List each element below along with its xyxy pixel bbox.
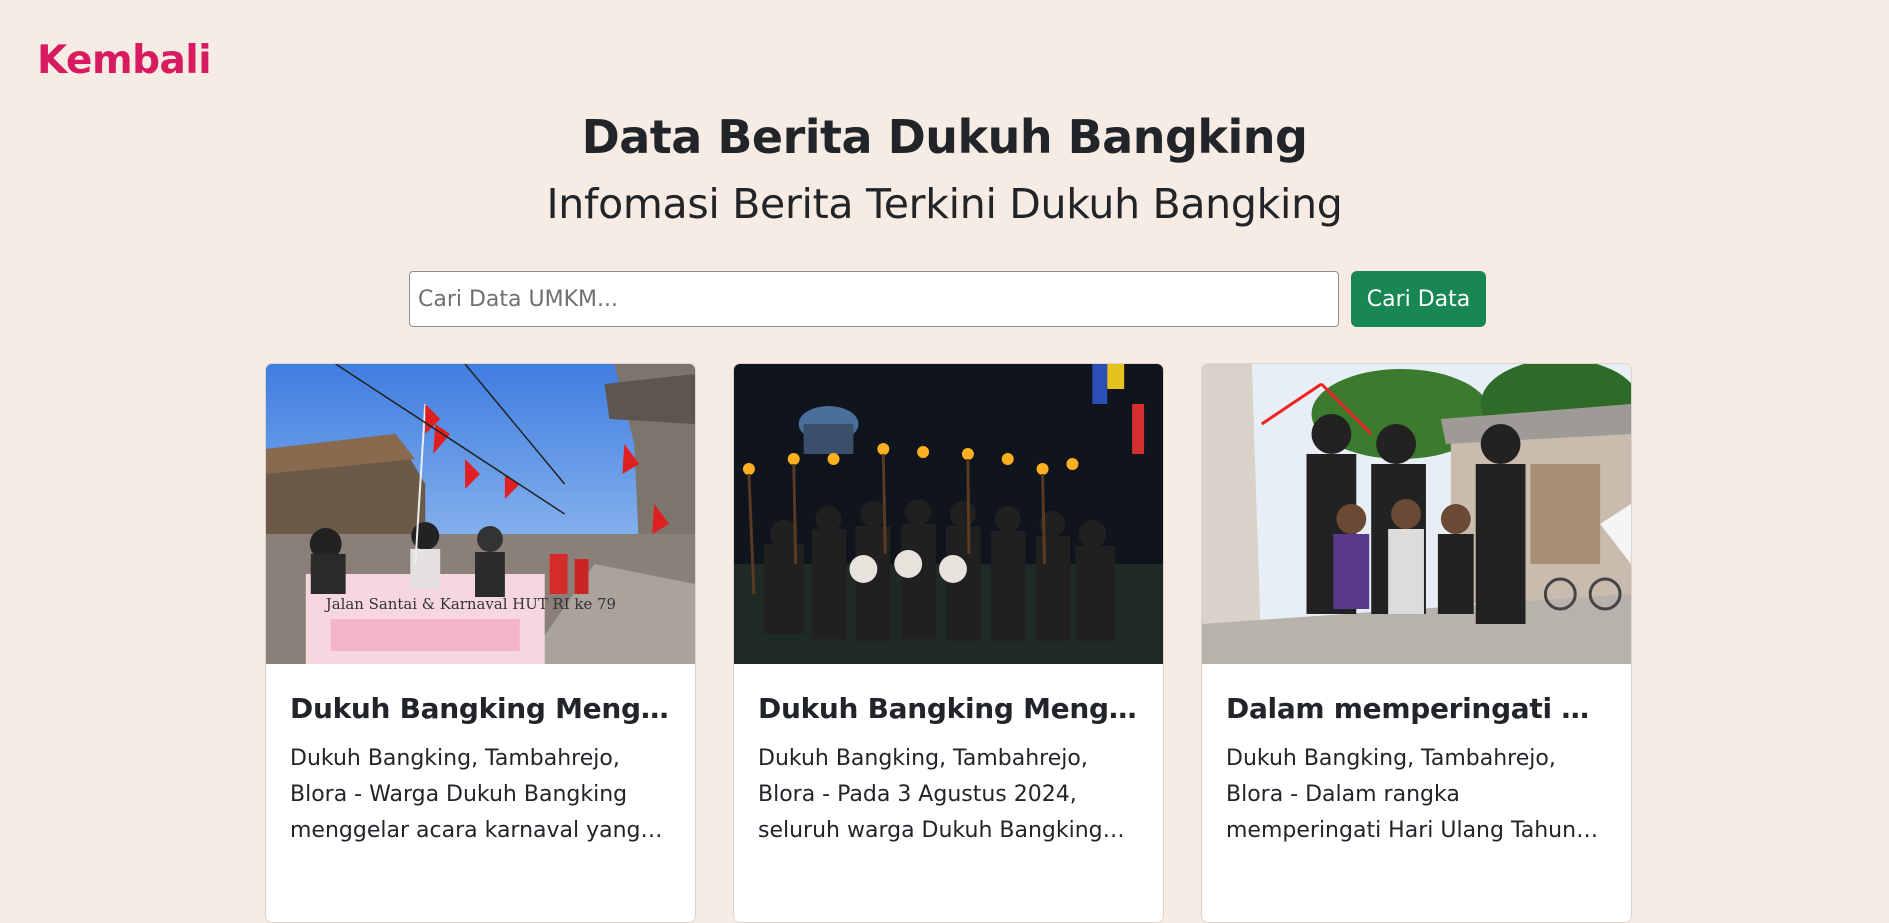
news-image-youth-group: [1202, 364, 1631, 664]
search-input[interactable]: [409, 271, 1339, 327]
page-subtitle: Infomasi Berita Terkini Dukuh Bangking: [546, 180, 1343, 228]
news-image-torch-parade: [734, 364, 1163, 664]
news-card-title[interactable]: Dukuh Bangking Mengadakan Jalan Santai &…: [290, 692, 671, 725]
news-card[interactable]: Jalan Santai & Karnaval HUT RI ke 79 Duk…: [265, 363, 696, 923]
page-title: Data Berita Dukuh Bangking: [581, 110, 1308, 164]
news-card[interactable]: Dalam memperingati acara HUT RI Dukuh Ba…: [1201, 363, 1632, 923]
news-card-excerpt: Dukuh Bangking, Tambahrejo, Blora - Pada…: [758, 746, 1103, 843]
news-card-title[interactable]: Dalam memperingati acara HUT RI: [1226, 692, 1607, 725]
news-image-carnival: Jalan Santai & Karnaval HUT RI ke 79: [266, 364, 695, 664]
back-link[interactable]: Kembali: [37, 38, 212, 83]
news-card[interactable]: Dukuh Bangking Mengadakan Pawai Obor Duk…: [733, 363, 1164, 923]
news-card-excerpt: Dukuh Bangking, Tambahrejo, Blora - Dala…: [1226, 746, 1577, 843]
news-card-title[interactable]: Dukuh Bangking Mengadakan Pawai Obor: [758, 692, 1139, 725]
news-card-excerpt: Dukuh Bangking, Tambahrejo, Blora - Warg…: [290, 746, 641, 843]
search-button[interactable]: Cari Data: [1351, 271, 1486, 327]
banner-text: Jalan Santai & Karnaval HUT RI ke 79: [324, 595, 616, 613]
